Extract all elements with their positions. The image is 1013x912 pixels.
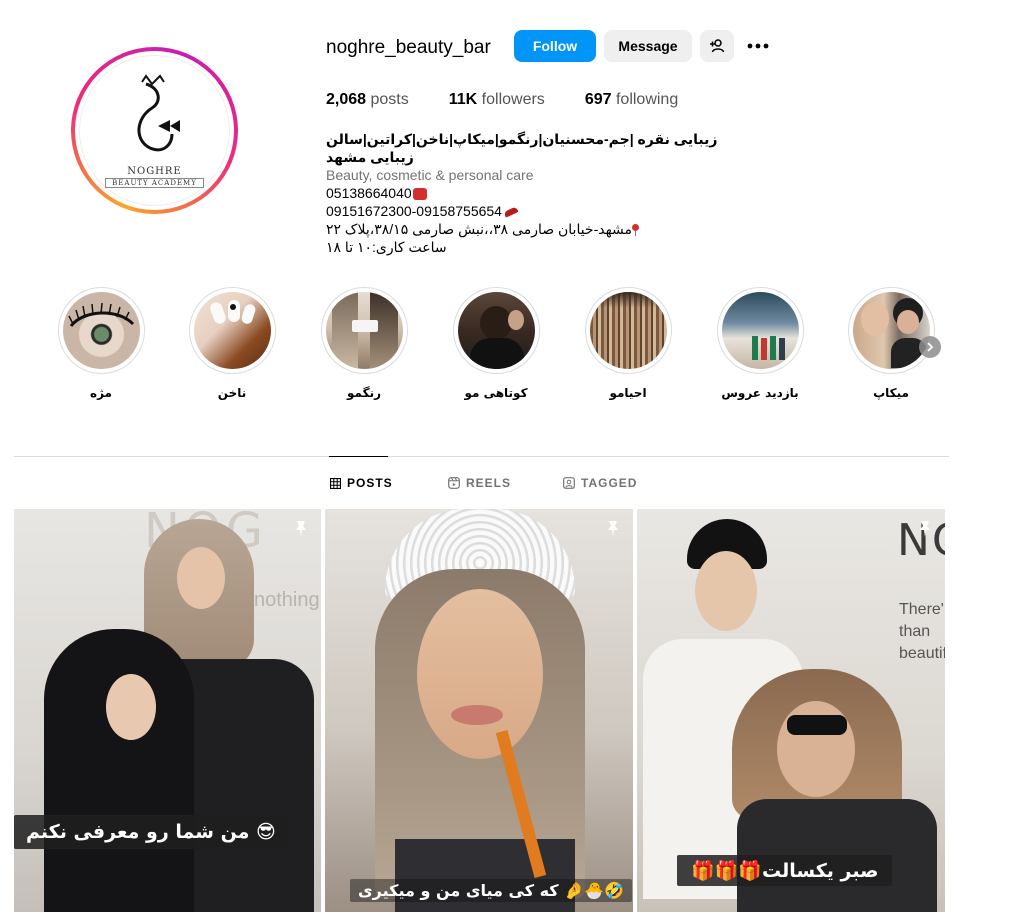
location-pin-icon [632, 224, 640, 237]
tab-posts[interactable]: POSTS [330, 476, 393, 490]
grid-icon [330, 477, 341, 489]
follow-button[interactable]: Follow [514, 30, 596, 62]
highlight-thumbnail[interactable] [325, 292, 403, 369]
logo-subtitle-text: BEAUTY ACADEMY [105, 177, 204, 188]
pinned-icon [608, 521, 618, 537]
tab-tagged-label[interactable]: TAGGED [581, 476, 637, 490]
highlight-thumbnail[interactable] [62, 292, 140, 369]
highlight-ring[interactable] [584, 287, 672, 374]
bio-phone-mobile: 09151672300-09158755654 [326, 203, 502, 219]
tab-reels-label[interactable]: REELS [466, 476, 511, 490]
post-wall-text: nothing [254, 589, 320, 611]
post-figure-face [177, 547, 225, 609]
highlight-thumbnail[interactable] [589, 292, 667, 369]
bio-address: مشهد-خیابان صارمی ۳۸،،نبش صارمی ۳۸/۱۵،پل… [326, 221, 633, 237]
tab-reels[interactable]: REELS [448, 476, 511, 490]
active-tab-indicator [329, 456, 388, 457]
highlight-label[interactable]: کوتاهی مو [451, 386, 541, 400]
posts-count: 2,068 [326, 91, 367, 108]
bio-phone-mobile-line: 09151672300-09158755654 [326, 202, 746, 220]
post-figure-2-face [106, 674, 156, 740]
highlight-ring[interactable] [188, 287, 276, 374]
message-button[interactable]: Message [604, 30, 692, 62]
highlight-ring[interactable] [57, 287, 145, 374]
post-wall-text-line: than [899, 623, 931, 640]
post-caption: من شما رو معرفی نکنم 😎 [14, 815, 288, 849]
bio-name: زیبایی نقره |جم-محسنیان|رنگمو|میکاپ|ناخن… [326, 131, 718, 165]
pinned-icon [296, 521, 306, 537]
post-caption: که کی میای من و میکیری 🤌🐣🤣 [350, 879, 632, 902]
post-wall-text-line: beautif [899, 645, 945, 662]
more-options-button[interactable] [742, 30, 774, 62]
avatar[interactable]: NOGHRE BEAUTY ACADEMY [79, 55, 230, 206]
following-label[interactable]: following [616, 91, 678, 108]
highlights-next-button[interactable] [919, 336, 941, 358]
highlight-item[interactable]: ناخن [187, 287, 277, 400]
highlight-ring[interactable] [716, 287, 804, 374]
post-wall-text-line: There' [899, 601, 944, 618]
post-caption: 🎁🎁🎁صبر یکسالت [677, 855, 893, 886]
post-wall-text: There' than beautif [899, 599, 945, 665]
post-figure-face [695, 551, 757, 631]
reels-icon [448, 477, 460, 489]
profile-avatar-ring[interactable]: NOGHRE BEAUTY ACADEMY [71, 47, 238, 214]
highlight-label[interactable]: بازدید عروس [715, 386, 805, 400]
profile-stats: 2,068 posts 11K followers 697 following [326, 91, 718, 109]
highlight-label[interactable]: رنگمو [319, 386, 409, 400]
phone-receiver-icon [503, 206, 519, 218]
bio-phone-landline-line: 05138664040 [326, 184, 746, 202]
tab-tagged[interactable]: TAGGED [563, 476, 637, 490]
tagged-icon [563, 477, 575, 489]
highlight-thumbnail[interactable] [852, 292, 930, 369]
person-add-icon [710, 39, 725, 53]
logo-brand-text: NOGHRE [127, 165, 182, 177]
followers-label[interactable]: followers [482, 91, 545, 108]
highlight-thumbnail[interactable] [193, 292, 271, 369]
chevron-right-icon [927, 342, 934, 352]
suggest-user-button[interactable] [700, 30, 734, 62]
tab-posts-label[interactable]: POSTS [347, 476, 393, 490]
followers-stat[interactable]: 11K followers [449, 91, 545, 109]
highlight-label[interactable]: ناخن [187, 386, 277, 400]
highlight-thumbnail[interactable] [457, 292, 535, 369]
post-tile[interactable]: NOG nothing من شما رو معرفی نکنم 😎 [14, 509, 321, 912]
telephone-icon [412, 188, 427, 201]
highlight-label[interactable]: احیامو [583, 386, 673, 400]
posts-label: posts [370, 91, 409, 108]
post-face [417, 589, 543, 759]
highlight-item[interactable]: بازدید عروس [715, 287, 805, 400]
highlight-thumbnail[interactable] [721, 292, 799, 369]
post-figure-2 [44, 629, 194, 912]
highlight-item[interactable]: احیامو [583, 287, 673, 400]
post-tile[interactable]: NO There' than beautif 🎁🎁🎁صبر یکسالت [637, 509, 945, 912]
pinned-icon [920, 521, 930, 537]
post-sunglasses [787, 715, 847, 735]
bio-hours: ساعت کاری:۱۰ تا ۱۸ [326, 239, 447, 255]
highlight-ring[interactable] [847, 287, 935, 374]
bio-category: Beauty, cosmetic & personal care [326, 167, 534, 183]
following-count[interactable]: 697 [585, 91, 612, 108]
tabs-divider [14, 456, 949, 457]
more-horizontal-icon [747, 43, 769, 49]
profile-bio: زیبایی نقره |جم-محسنیان|رنگمو|میکاپ|ناخن… [326, 130, 746, 256]
profile-username: noghre_beauty_bar [326, 37, 491, 58]
logo-mark-icon [137, 73, 180, 151]
post-tile[interactable]: که کی میای من و میکیری 🤌🐣🤣 [325, 509, 633, 912]
avatar-inner: NOGHRE BEAUTY ACADEMY [75, 51, 234, 210]
posts-stat: 2,068 posts [326, 91, 409, 109]
post-lips [451, 705, 503, 725]
highlight-item[interactable]: مژه [56, 287, 146, 400]
bio-address-line: مشهد-خیابان صارمی ۳۸،،نبش صارمی ۳۸/۱۵،پل… [326, 220, 746, 238]
highlight-label[interactable]: مژه [56, 386, 146, 400]
highlight-ring[interactable] [320, 287, 408, 374]
bio-phone-landline: 05138664040 [326, 185, 412, 201]
highlight-ring[interactable] [452, 287, 540, 374]
highlight-label[interactable]: میکاپ [846, 386, 936, 400]
highlight-item[interactable]: کوتاهی مو [451, 287, 541, 400]
highlight-item[interactable]: رنگمو [319, 287, 409, 400]
followers-count[interactable]: 11K [449, 91, 477, 108]
following-stat[interactable]: 697 following [585, 91, 678, 109]
